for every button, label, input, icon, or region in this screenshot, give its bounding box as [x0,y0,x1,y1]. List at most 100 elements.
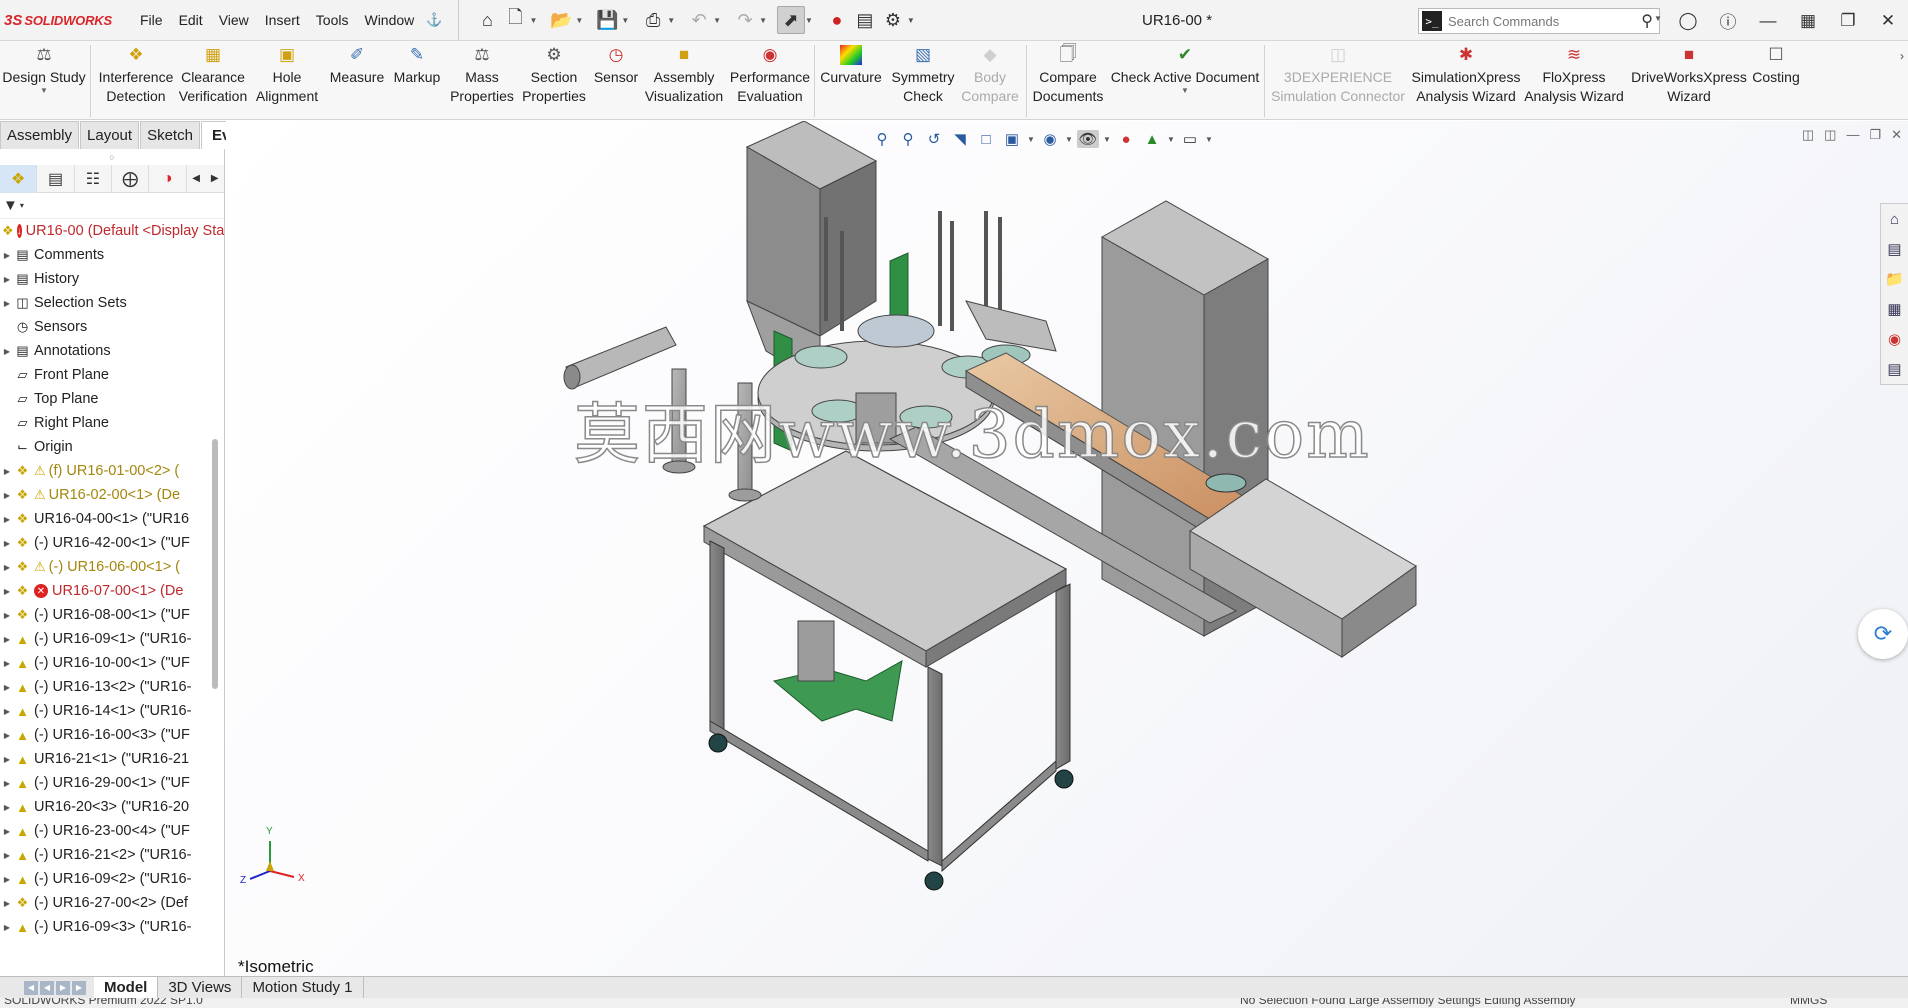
new-dropdown-icon[interactable]: ▼ [529,16,537,25]
simulationxpress-button[interactable]: ✱ SimulationXpress Analysis Wizard [1410,45,1522,119]
tree-item-front-plane[interactable]: ▱ Front Plane [0,363,224,387]
select-dropdown-icon[interactable]: ▼ [805,16,813,25]
expand-arrow-icon[interactable]: ▶ [2,491,12,500]
tab-3d-views[interactable]: 3D Views [158,977,243,998]
menu-window[interactable]: Window [356,0,422,41]
ribbon-expand-icon[interactable]: › [1900,49,1904,63]
clearance-verification-button[interactable]: ▦ Clearance Verification [176,45,250,119]
expand-arrow-icon[interactable]: ▶ [2,659,12,668]
design-library-icon[interactable]: ▤ [1881,234,1908,264]
tree-item-component[interactable]: ▶ ▲ (-) UR16-23-00<4> ("UF [0,819,224,843]
restore-icon[interactable]: ❐ [1828,11,1868,31]
expand-arrow-icon[interactable]: ▶ [2,587,12,596]
tree-item-right-plane[interactable]: ▱ Right Plane [0,411,224,435]
compare-documents-button[interactable]: 🗍 Compare Documents [1030,44,1106,119]
driveworksxpress-button[interactable]: ■ DriveWorksXpress Wizard [1628,45,1750,119]
tree-item-component[interactable]: ▶ ❖ ⚠ (f) UR16-01-00<2> ( [0,459,224,483]
solidworks-resources-icon[interactable]: ⌂ [1881,204,1908,234]
expand-arrow-icon[interactable]: ▶ [2,683,12,692]
view-palette-icon[interactable]: ▦ [1881,294,1908,324]
help-icon[interactable]: ⓘ [1708,8,1748,33]
tree-item-comments[interactable]: ▶ ▤ Comments [0,243,224,267]
expand-arrow-icon[interactable]: ▶ [2,539,12,548]
tree-item-component[interactable]: ▶ ▲ (-) UR16-13<2> ("UR16- [0,675,224,699]
displaymanager-tab-icon[interactable]: ◑ [149,164,187,193]
tree-item-component[interactable]: ▶ ▲ (-) UR16-09<1> ("UR16- [0,627,224,651]
save-icon[interactable]: 💾 [593,6,621,34]
redo-dropdown-icon[interactable]: ▼ [759,16,767,25]
propertymanager-tab-icon[interactable]: ▤ [37,164,75,193]
expand-arrow-icon[interactable]: ▶ [2,875,12,884]
options-dropdown-icon[interactable]: ▼ [907,16,915,25]
expand-arrow-icon[interactable]: ▶ [2,635,12,644]
tree-item-component[interactable]: ▶ ❖ (-) UR16-08-00<1> ("UF [0,603,224,627]
tree-item-selection-sets[interactable]: ▶ ◫ Selection Sets [0,291,224,315]
undo-dropdown-icon[interactable]: ▼ [713,16,721,25]
body-compare-button[interactable]: ◆ Body Compare [960,45,1020,119]
file-properties-icon[interactable]: ▤ [851,6,879,34]
rebuild-traffic-light-icon[interactable]: ● [823,6,851,34]
tree-item-sensors[interactable]: ◷ Sensors [0,315,224,339]
expand-arrow-icon[interactable]: ▶ [2,923,12,932]
expand-arrow-icon[interactable]: ▶ [2,851,12,860]
minimize-icon[interactable]: — [1748,11,1788,31]
configurationmanager-tab-icon[interactable]: ☷ [75,164,113,193]
design-study-dropdown-icon[interactable]: ▼ [40,87,48,95]
expand-arrow-icon[interactable]: ▶ [2,275,12,284]
check-dropdown-icon[interactable]: ▼ [1181,87,1189,95]
design-study-button[interactable]: ⚖ Design Study ▼ [2,45,86,119]
expand-arrow-icon[interactable]: ▶ [2,251,12,260]
home-icon[interactable]: ⌂ [473,6,501,34]
graphics-area[interactable]: ⚲ ⚲ ↺ ◥ □ ▣ ▼ ◉ ▼ 👁 ▼ ● ▲ ▼ ▭ ▼ ◫ ◫ — ❐ ✕ [226,121,1908,976]
open-dropdown-icon[interactable]: ▼ [575,16,583,25]
tree-item-component[interactable]: ▶ ▲ (-) UR16-16-00<3> ("UF [0,723,224,747]
expand-arrow-icon[interactable]: ▶ [2,755,12,764]
dimxpertmanager-tab-icon[interactable]: ⨁ [112,164,150,193]
curvature-button[interactable]: Curvature [816,45,886,119]
options-gear-icon[interactable]: ⚙ [879,6,907,34]
first-tab-icon[interactable]: ◀ [24,980,38,995]
tab-motion-study[interactable]: Motion Study 1 [242,977,364,998]
tree-item-component[interactable]: ▶ ❖ ⚠ UR16-02-00<1> (De [0,483,224,507]
tree-scrollbar[interactable] [212,439,218,689]
open-icon[interactable]: 📂 [547,6,575,34]
expand-arrow-icon[interactable]: ▶ [2,731,12,740]
expand-arrow-icon[interactable]: ▶ [2,899,12,908]
tree-item-top-plane[interactable]: ▱ Top Plane [0,387,224,411]
costing-button[interactable]: ☐ Costing [1748,45,1804,119]
tabs-scroll-right-icon[interactable]: ▶ [205,173,224,184]
measure-button[interactable]: ✐ Measure [324,45,390,119]
menu-file[interactable]: File [132,0,171,41]
tree-item-annotations[interactable]: ▶ ▤ Annotations [0,339,224,363]
expand-arrow-icon[interactable]: ▶ [2,467,12,476]
markup-button[interactable]: ✎ Markup [388,45,446,119]
tree-item-component[interactable]: ▶ ▲ (-) UR16-14<1> ("UR16- [0,699,224,723]
assembly-model[interactable] [226,121,1908,976]
menu-view[interactable]: View [211,0,257,41]
status-units[interactable]: MMGS [1790,998,1827,1007]
expand-arrow-icon[interactable]: ▶ [2,779,12,788]
section-properties-button[interactable]: ⚙ Section Properties [520,45,588,119]
save-dropdown-icon[interactable]: ▼ [621,16,629,25]
tree-root[interactable]: ❖ ↓ UR16-00 (Default <Display State-1>) … [0,219,224,243]
search-dropdown-icon[interactable]: ▼ [1654,14,1662,23]
hole-alignment-button[interactable]: ▣ Hole Alignment [252,45,322,119]
close-icon[interactable]: ✕ [1868,11,1908,31]
tree-item-component[interactable]: ▶ ▲ (-) UR16-09<2> ("UR16- [0,867,224,891]
tree-item-component[interactable]: ▶ ▲ UR16-20<3> ("UR16-20 [0,795,224,819]
prev-tab-icon[interactable]: ◀ [40,980,54,995]
last-tab-icon[interactable]: ▶ [72,980,86,995]
menu-edit[interactable]: Edit [171,0,211,41]
tree-item-origin[interactable]: ⌙ Origin [0,435,224,459]
file-explorer-icon[interactable]: 📁 [1881,264,1908,294]
expand-arrow-icon[interactable]: ▶ [2,803,12,812]
expand-arrow-icon[interactable]: ▶ [2,611,12,620]
redo-icon[interactable]: ↷ [731,6,759,34]
tree-item-component[interactable]: ▶ ❖ (-) UR16-27-00<2> (Def [0,891,224,915]
tree-item-component[interactable]: ▶ ▲ UR16-21<1> ("UR16-21 [0,747,224,771]
print-icon[interactable]: ⎙ [639,6,667,34]
performance-evaluation-button[interactable]: ◉ Performance Evaluation [728,45,812,119]
tree-item-component[interactable]: ▶ ❖ UR16-04-00<1> ("UR16 [0,507,224,531]
pin-menu-icon[interactable]: ⚓ [426,12,442,28]
assistant-chat-icon[interactable]: ⟳ [1858,609,1908,659]
